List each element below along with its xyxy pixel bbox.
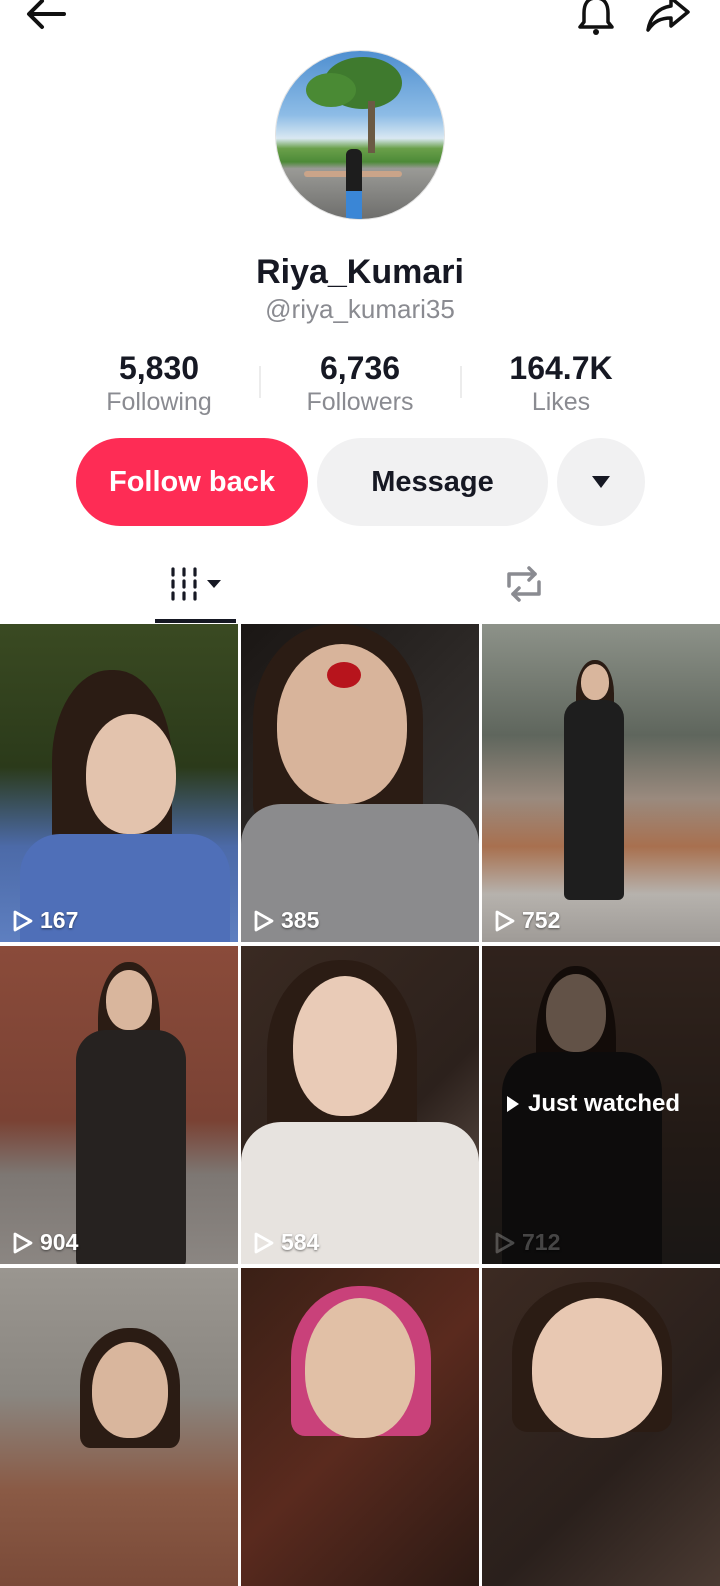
message-button[interactable]: Message bbox=[317, 438, 548, 526]
view-count-text: 385 bbox=[281, 907, 320, 933]
stat-followers[interactable]: 6,736 Followers bbox=[260, 349, 460, 417]
stat-following-label: Following bbox=[106, 388, 212, 416]
play-filled-icon bbox=[507, 1096, 519, 1112]
stat-following-value: 5,830 bbox=[118, 350, 200, 386]
stat-followers-label: Followers bbox=[306, 388, 414, 416]
play-outline-icon bbox=[13, 910, 33, 931]
play-outline-icon bbox=[254, 910, 274, 931]
video-thumbnail[interactable]: 385 bbox=[241, 624, 479, 942]
video-thumbnail[interactable] bbox=[0, 1268, 238, 1586]
more-options-button[interactable] bbox=[557, 438, 645, 526]
top-bar bbox=[0, 0, 720, 40]
stat-followers-value: 6,736 bbox=[319, 350, 401, 386]
video-thumbnail[interactable]: 167 bbox=[0, 624, 238, 942]
stat-following[interactable]: 5,830 Following bbox=[59, 349, 259, 417]
video-thumbnail-just-watched[interactable]: Just watched 712 bbox=[482, 946, 720, 1264]
view-count: 752 bbox=[494, 907, 560, 934]
view-count-text: 752 bbox=[522, 907, 561, 933]
view-count: 904 bbox=[12, 1229, 78, 1256]
play-outline-icon bbox=[495, 1232, 515, 1253]
tab-reposts[interactable] bbox=[484, 545, 564, 623]
play-outline-icon bbox=[254, 1232, 274, 1253]
view-count: 167 bbox=[12, 907, 78, 934]
view-count: 385 bbox=[253, 907, 319, 934]
video-thumbnail[interactable]: 584 bbox=[241, 946, 479, 1264]
view-count: 584 bbox=[253, 1229, 319, 1256]
view-count-text: 584 bbox=[281, 1229, 320, 1255]
stat-likes-value: 164.7K bbox=[509, 350, 613, 386]
display-name: Riya_Kumari bbox=[256, 253, 464, 291]
video-thumbnail[interactable] bbox=[482, 1268, 720, 1586]
view-count-text: 904 bbox=[40, 1229, 79, 1255]
view-count-text: 712 bbox=[522, 1229, 561, 1255]
just-watched-text: Just watched bbox=[528, 1090, 681, 1117]
tab-videos[interactable] bbox=[155, 545, 235, 623]
bell-icon[interactable] bbox=[570, 0, 622, 38]
play-outline-icon bbox=[495, 910, 515, 931]
follow-back-button[interactable]: Follow back bbox=[76, 438, 308, 526]
share-arrow-icon[interactable] bbox=[642, 0, 694, 38]
repost-icon bbox=[507, 566, 541, 602]
video-thumbnail[interactable]: 904 bbox=[0, 946, 238, 1264]
profile-avatar[interactable] bbox=[276, 51, 444, 219]
stat-likes-label: Likes bbox=[531, 388, 591, 416]
active-tab-indicator bbox=[155, 619, 236, 623]
video-thumbnail[interactable] bbox=[241, 1268, 479, 1586]
view-count-text: 167 bbox=[40, 907, 79, 933]
back-arrow-icon[interactable] bbox=[22, 0, 70, 34]
play-outline-icon bbox=[13, 1232, 33, 1253]
username: @riya_kumari35 bbox=[265, 294, 455, 324]
view-count: 712 bbox=[494, 1229, 560, 1256]
profile-tabs bbox=[0, 545, 720, 625]
videos-grid-icon bbox=[171, 567, 221, 601]
stat-likes[interactable]: 164.7K Likes bbox=[461, 349, 661, 417]
caret-down-icon bbox=[592, 476, 610, 488]
just-watched-label: Just watched bbox=[506, 1090, 680, 1118]
video-thumbnail[interactable]: 752 bbox=[482, 624, 720, 942]
